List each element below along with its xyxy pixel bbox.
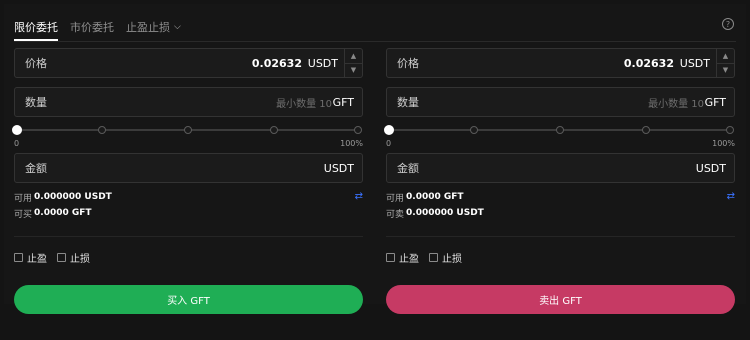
can-buy-row: 可买 0.0000 GFT	[14, 205, 363, 221]
price-value: 0.02632	[251, 56, 302, 70]
chevron-down-icon[interactable]: ▼	[345, 64, 362, 78]
buy-quantity-field[interactable]: 数量 最小数量 10 GFT	[14, 87, 363, 117]
amount-unit: USDT	[323, 161, 354, 175]
slider-step[interactable]	[470, 126, 478, 134]
sell-percentage-slider[interactable]: 0 100%	[384, 123, 735, 151]
divider	[14, 236, 363, 237]
can-buy-label: 可买	[14, 209, 33, 220]
swap-icon[interactable]: ⇄	[727, 191, 735, 202]
price-stepper: ▲ ▼	[344, 49, 362, 77]
sell-tp-sl-options: 止盈 止损	[386, 250, 735, 265]
can-buy-value: 0.0000 GFT	[34, 208, 92, 218]
price-stepper: ▲ ▼	[716, 49, 734, 77]
buy-amount-field[interactable]: 金额 USDT	[14, 153, 363, 183]
stop-loss-checkbox[interactable]: 止损	[429, 250, 462, 265]
swap-icon[interactable]: ⇄	[355, 191, 363, 202]
buy-percentage-slider[interactable]: 0 100%	[12, 123, 363, 151]
slider-min-label: 0	[14, 139, 20, 148]
take-profit-label: 止盈	[399, 254, 419, 265]
can-sell-value: 0.000000 USDT	[406, 208, 484, 218]
price-value: 0.02632	[623, 56, 674, 70]
buy-button[interactable]: 买入 GFT	[14, 285, 363, 314]
order-type-tabs: 限价委托 市价委托 止盈止损 ⌵	[14, 14, 193, 41]
slider-step[interactable]	[98, 126, 106, 134]
chevron-down-icon: ⌵	[174, 22, 181, 32]
can-sell-row: 可卖 0.000000 USDT	[386, 205, 735, 221]
slider-step[interactable]	[726, 126, 734, 134]
slider-step[interactable]	[556, 126, 564, 134]
take-profit-label: 止盈	[27, 254, 47, 265]
checkbox-box[interactable]	[14, 253, 23, 262]
available-value: 0.0000 GFT	[406, 192, 464, 202]
available-row: 可用 0.000000 USDT	[14, 189, 363, 205]
chevron-up-icon[interactable]: ▲	[345, 49, 362, 64]
checkbox-box[interactable]	[386, 253, 395, 262]
amount-label: 金额	[397, 162, 419, 175]
stop-loss-checkbox[interactable]: 止损	[57, 250, 90, 265]
sell-button[interactable]: 卖出 GFT	[386, 285, 735, 314]
quantity-label: 数量	[25, 96, 47, 109]
price-label: 价格	[25, 57, 47, 70]
quantity-placeholder: 最小数量 10	[276, 98, 332, 110]
buy-price-field[interactable]: 价格 0.02632 USDT ▲ ▼	[14, 48, 363, 78]
divider	[386, 236, 735, 237]
can-sell-label: 可卖	[386, 209, 405, 220]
take-profit-checkbox[interactable]: 止盈	[386, 250, 419, 265]
quantity-unit: GFT	[704, 95, 726, 109]
checkbox-box[interactable]	[57, 253, 66, 262]
price-label: 价格	[397, 57, 419, 70]
slider-max-label: 100%	[712, 139, 735, 148]
sell-price-field[interactable]: 价格 0.02632 USDT ▲ ▼	[386, 48, 735, 78]
available-label: 可用	[386, 193, 405, 204]
amount-unit: USDT	[695, 161, 726, 175]
help-icon[interactable]: ?	[722, 18, 734, 30]
quantity-unit: GFT	[332, 95, 354, 109]
slider-step[interactable]	[354, 126, 362, 134]
chevron-down-icon[interactable]: ▼	[717, 64, 734, 78]
checkbox-box[interactable]	[429, 253, 438, 262]
slider-knob[interactable]	[384, 125, 394, 135]
available-value: 0.000000 USDT	[34, 192, 112, 202]
sell-amount-field[interactable]: 金额 USDT	[386, 153, 735, 183]
buy-column: 价格 0.02632 USDT ▲ ▼ 数量 最小数量 10 GFT 0 100…	[12, 48, 363, 314]
stop-loss-label: 止损	[70, 254, 90, 265]
tab-limit-order[interactable]: 限价委托	[14, 14, 58, 41]
tab-label: 限价委托	[14, 21, 58, 34]
tab-label: 止盈止损	[126, 21, 170, 34]
slider-max-label: 100%	[340, 139, 363, 148]
price-unit: USDT	[307, 56, 338, 70]
buy-balance-info: 可用 0.000000 USDT 可买 0.0000 GFT ⇄	[14, 189, 363, 221]
quantity-placeholder: 最小数量 10	[648, 98, 704, 110]
tab-label: 市价委托	[70, 21, 114, 34]
available-row: 可用 0.0000 GFT	[386, 189, 735, 205]
sell-quantity-field[interactable]: 数量 最小数量 10 GFT	[386, 87, 735, 117]
price-unit: USDT	[679, 56, 710, 70]
chevron-up-icon[interactable]: ▲	[717, 49, 734, 64]
slider-knob[interactable]	[12, 125, 22, 135]
sell-balance-info: 可用 0.0000 GFT 可卖 0.000000 USDT ⇄	[386, 189, 735, 221]
slider-step[interactable]	[184, 126, 192, 134]
tabs-divider	[14, 41, 736, 42]
trade-panel: 限价委托 市价委托 止盈止损 ⌵ ? 价格 0.02632 USDT ▲ ▼ 数…	[4, 4, 746, 314]
slider-step[interactable]	[642, 126, 650, 134]
buy-tp-sl-options: 止盈 止损	[14, 250, 363, 265]
available-label: 可用	[14, 193, 33, 204]
slider-min-label: 0	[386, 139, 392, 148]
tab-market-order[interactable]: 市价委托	[70, 14, 114, 40]
tab-take-profit-stop-loss[interactable]: 止盈止损 ⌵	[126, 14, 181, 40]
take-profit-checkbox[interactable]: 止盈	[14, 250, 47, 265]
amount-label: 金额	[25, 162, 47, 175]
quantity-label: 数量	[397, 96, 419, 109]
sell-column: 价格 0.02632 USDT ▲ ▼ 数量 最小数量 10 GFT 0 100…	[384, 48, 735, 314]
stop-loss-label: 止损	[442, 254, 462, 265]
slider-step[interactable]	[270, 126, 278, 134]
